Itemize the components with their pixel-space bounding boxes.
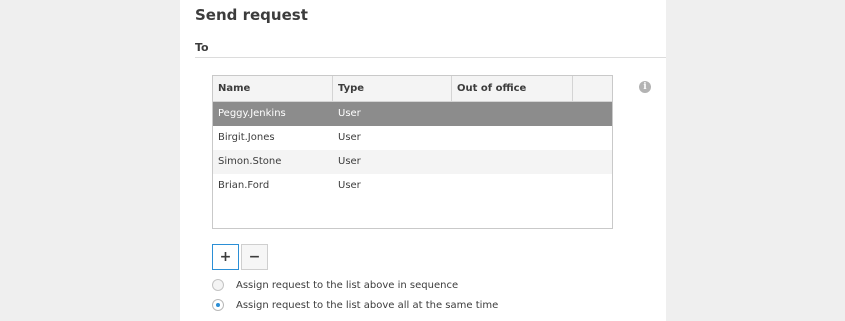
cell-type: User [338, 180, 361, 191]
radio-label-same-time: Assign request to the list above all at … [236, 300, 499, 311]
remove-recipient-button[interactable]: − [241, 244, 268, 270]
cell-type: User [338, 132, 361, 143]
add-recipient-button[interactable]: + [212, 244, 239, 270]
cell-name: Brian.Ford [218, 180, 270, 191]
section-divider [195, 57, 666, 58]
table-row[interactable]: Birgit.Jones User [213, 126, 612, 150]
cell-type: User [338, 108, 361, 119]
column-header-type[interactable]: Type [333, 76, 452, 101]
radio-button-same-time[interactable] [212, 299, 224, 311]
info-icon[interactable]: i [639, 81, 651, 93]
radio-label-sequence: Assign request to the list above in sequ… [236, 280, 459, 291]
column-header-extra [573, 76, 612, 101]
section-to-label: To [195, 41, 209, 54]
table-row[interactable]: Brian.Ford User [213, 174, 612, 198]
table-header: Name Type Out of office [213, 76, 612, 102]
cell-name: Peggy.Jenkins [218, 108, 286, 119]
table-row[interactable]: Simon.Stone User [213, 150, 612, 174]
table-row[interactable]: Peggy.Jenkins User [213, 102, 612, 126]
cell-type: User [338, 156, 361, 167]
send-request-panel: Send request To Name Type Out of office … [180, 0, 666, 321]
recipients-table: Name Type Out of office Peggy.Jenkins Us… [212, 75, 613, 229]
cell-name: Birgit.Jones [218, 132, 275, 143]
dialog-title: Send request [195, 6, 308, 24]
cell-name: Simon.Stone [218, 156, 282, 167]
radio-button-sequence[interactable] [212, 279, 224, 291]
column-header-name[interactable]: Name [213, 76, 333, 101]
column-header-out-of-office[interactable]: Out of office [452, 76, 573, 101]
